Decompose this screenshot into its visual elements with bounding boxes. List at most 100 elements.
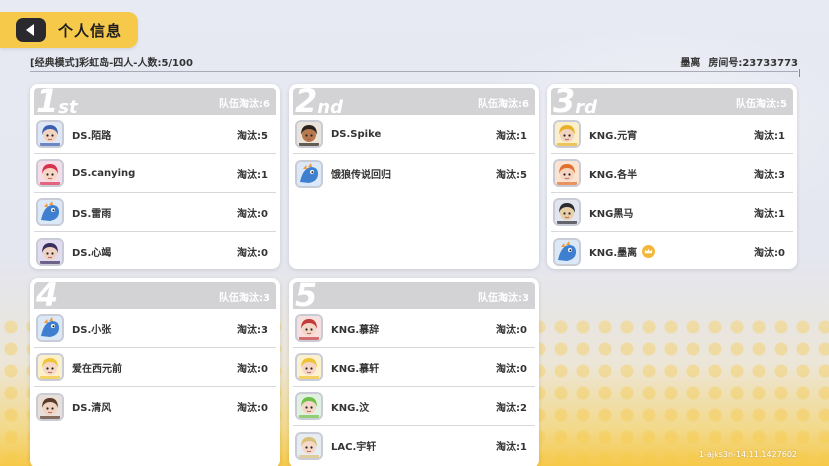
player-name-text: DS.陌路 <box>72 130 112 142</box>
player-kills: 淘汰:0 <box>237 208 268 220</box>
player-row[interactable]: DS.心竭 淘汰:0 <box>34 232 276 269</box>
player-avatar <box>36 392 64 421</box>
player-name-text: DS.小张 <box>72 324 112 336</box>
player-name: 饿狼传说回归 <box>331 166 496 181</box>
player-avatar <box>553 159 581 187</box>
room-info: 墨离 房间号:23733773 <box>680 54 798 69</box>
player-kills: 淘汰:1 <box>496 442 527 453</box>
rank-label: 5 <box>295 278 317 314</box>
player-avatar <box>295 353 323 381</box>
rank-label: 4 <box>36 278 58 314</box>
player-row[interactable]: DS.陌路 淘汰:5 <box>34 115 276 154</box>
player-name-text: 爱在西元前 <box>72 363 122 375</box>
player-kills: 淘汰:0 <box>237 403 268 414</box>
player-name: DS.Spike <box>331 129 496 140</box>
player-name-text: KNG.各半 <box>589 169 638 181</box>
player-avatar <box>295 159 323 188</box>
player-name: KNG.慕轩 <box>331 360 496 375</box>
player-kills: 淘汰:0 <box>496 363 527 375</box>
player-avatar <box>36 353 64 381</box>
team-eliminations: 队伍淘汰:6 <box>219 99 270 110</box>
player-row[interactable]: DS.Spike 淘汰:1 <box>293 115 535 154</box>
player-name-text: DS.canying <box>72 167 136 179</box>
player-avatar <box>295 392 323 420</box>
player-kills: 淘汰:5 <box>237 130 268 142</box>
back-arrow-icon <box>26 24 34 36</box>
rank-label: 2nd <box>295 84 343 120</box>
room-number: 房间号:23733773 <box>708 58 798 69</box>
player-name-text: KNG.慕轩 <box>331 363 380 375</box>
team-card-header: 2nd 队伍淘汰:6 <box>293 84 535 120</box>
match-mode-text: [经典模式]彩虹岛-四人-人数:5/100 <box>30 58 193 69</box>
player-kills: 淘汰:0 <box>754 248 785 259</box>
player-row[interactable]: KNG.墨离 淘汰:0 <box>551 232 793 269</box>
team-card-header: 5 队伍淘汰:3 <box>293 278 535 314</box>
page-title: 个人信息 <box>58 21 123 40</box>
player-name-text: KNG.慕辞 <box>331 324 380 336</box>
player-name-text: DS.雷雨 <box>72 208 112 220</box>
player-name: KNG.汶 <box>331 399 496 414</box>
player-avatar <box>553 198 581 226</box>
header-bar: 个人信息 <box>0 12 138 48</box>
player-name: DS.心竭 <box>72 244 237 259</box>
player-kills: 淘汰:1 <box>496 130 527 142</box>
rank-label: 3rd <box>553 84 598 120</box>
player-name: KNG.墨离 <box>589 244 754 259</box>
team-eliminations: 队伍淘汰:3 <box>219 293 270 304</box>
player-name: LAC.宇轩 <box>331 438 496 453</box>
team-eliminations: 队伍淘汰:6 <box>478 99 529 110</box>
player-name: DS.canying <box>72 168 237 179</box>
player-name: KNG.各半 <box>589 166 754 181</box>
player-avatar <box>553 237 581 266</box>
player-row[interactable]: DS.canying 淘汰:1 <box>34 154 276 193</box>
player-name-text: KNG.墨离 <box>589 248 638 259</box>
player-avatar <box>295 431 323 460</box>
player-row[interactable]: LAC.宇轩 淘汰:1 <box>293 426 535 465</box>
team-card-header: 1st 队伍淘汰:6 <box>34 85 276 117</box>
player-kills: 淘汰:1 <box>237 169 268 181</box>
player-kills: 淘汰:1 <box>754 130 785 142</box>
player-avatar <box>36 314 64 342</box>
player-row[interactable]: KNG.汶 淘汰:2 <box>293 387 535 426</box>
player-avatar <box>36 159 64 187</box>
header-divider <box>30 69 800 77</box>
player-row[interactable]: 饿狼传说回归 淘汰:5 <box>293 154 535 193</box>
player-name: KNG.元宵 <box>589 127 754 142</box>
host-name: 墨离 <box>680 58 701 69</box>
player-avatar <box>36 198 64 226</box>
player-name: DS.小张 <box>72 321 237 336</box>
player-row[interactable]: DS.雷雨 淘汰:0 <box>34 193 276 232</box>
player-name-text: DS.Spike <box>331 128 382 140</box>
player-avatar <box>295 120 323 148</box>
player-row[interactable]: KNG黑马 淘汰:1 <box>551 193 793 232</box>
player-kills: 淘汰:3 <box>237 324 268 336</box>
team-card-2: 2nd 队伍淘汰:6 DS.Spike 淘汰:1 饿狼传说回归 淘汰:5 <box>289 84 539 269</box>
player-row[interactable]: 爱在西元前 淘汰:0 <box>34 348 276 387</box>
player-name-text: KNG黑马 <box>589 208 634 220</box>
player-name: DS.雷雨 <box>72 205 237 220</box>
player-name: KNG黑马 <box>589 205 754 220</box>
player-row[interactable]: KNG.各半 淘汰:3 <box>551 154 793 193</box>
team-card-1: 1st 队伍淘汰:6 DS.陌路 淘汰:5 DS.canying 淘汰:1 DS.雷… <box>30 84 280 269</box>
player-row[interactable]: KNG.慕轩 淘汰:0 <box>293 348 535 387</box>
player-kills: 淘汰:1 <box>754 208 785 220</box>
player-row[interactable]: KNG.元宵 淘汰:1 <box>551 115 793 154</box>
player-name-text: 饿狼传说回归 <box>331 170 391 181</box>
team-card-5: 5 队伍淘汰:3 KNG.慕辞 淘汰:0 KNG.慕轩 淘汰:0 KNG.汶 淘汰:2… <box>289 278 539 466</box>
player-row[interactable]: KNG.慕辞 淘汰:0 <box>293 309 535 348</box>
player-row[interactable]: DS.小张 淘汰:3 <box>34 309 276 348</box>
player-name: 爱在西元前 <box>72 360 237 375</box>
crown-icon <box>642 245 656 258</box>
team-eliminations: 队伍淘汰:5 <box>736 99 787 110</box>
player-name-text: KNG.汶 <box>331 402 370 414</box>
player-avatar <box>295 314 323 342</box>
team-card-header: 3rd 队伍淘汰:5 <box>551 84 793 120</box>
player-kills: 淘汰:2 <box>496 402 527 414</box>
team-card-3: 3rd 队伍淘汰:5 KNG.元宵 淘汰:1 KNG.各半 淘汰:3 KNG黑马 淘汰… <box>547 84 797 269</box>
player-name: DS.清风 <box>72 399 237 414</box>
back-button[interactable] <box>16 18 46 42</box>
team-card-header: 4 队伍淘汰:3 <box>34 278 276 314</box>
team-card-4: 4 队伍淘汰:3 DS.小张 淘汰:3 爱在西元前 淘汰:0 DS.清风 淘汰:0 <box>30 278 280 466</box>
player-row[interactable]: DS.清风 淘汰:0 <box>34 387 276 426</box>
player-name: DS.陌路 <box>72 127 237 142</box>
